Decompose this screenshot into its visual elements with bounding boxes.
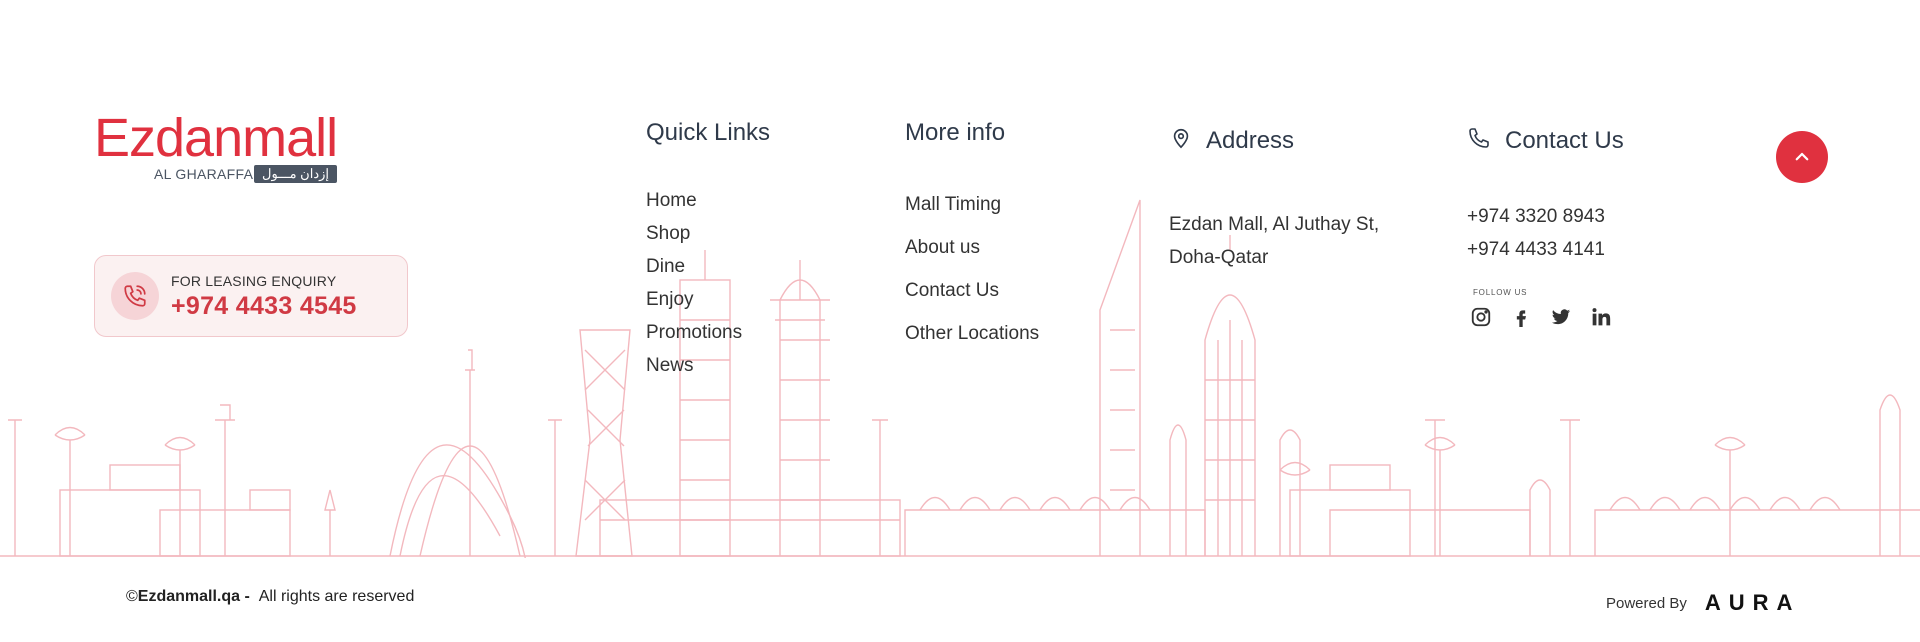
quick-link-promotions[interactable]: Promotions	[646, 322, 742, 355]
more-info-list: Mall Timing About us Contact Us Other Lo…	[905, 194, 1039, 366]
leasing-enquiry-card[interactable]: FOR LEASING ENQUIRY +974 4433 4545	[94, 255, 408, 337]
contact-phones: +974 3320 8943 +974 4433 4141	[1467, 200, 1605, 266]
quick-link-shop[interactable]: Shop	[646, 223, 742, 256]
copyright-site[interactable]: Ezdanmall.qa -	[138, 588, 250, 605]
ezdanmall-logo[interactable]: Ezdanmall AL GHARAFFA إزدان مـــول	[94, 108, 356, 188]
leasing-phone[interactable]: +974 4433 4545	[171, 292, 357, 321]
chevron-up-icon	[1795, 152, 1809, 161]
quick-links-heading: Quick Links	[646, 119, 771, 146]
contact-heading: Contact Us	[1505, 126, 1624, 154]
address-line-1: Ezdan Mall, Al Juthay St,	[1169, 214, 1380, 235]
more-info-about-us[interactable]: About us	[905, 237, 1039, 280]
contact-phone-2[interactable]: +974 4433 4141	[1467, 233, 1605, 266]
phone-icon	[1467, 126, 1491, 155]
social-links	[1470, 306, 1612, 328]
leasing-label: FOR LEASING ENQUIRY	[171, 273, 337, 289]
quick-link-dine[interactable]: Dine	[646, 256, 742, 289]
more-info-other-locations[interactable]: Other Locations	[905, 323, 1039, 366]
more-info-mall-timing[interactable]: Mall Timing	[905, 194, 1039, 237]
copyright-symbol: ©	[126, 588, 138, 605]
copyright: ©Ezdanmall.qa - All rights are reserved	[126, 588, 414, 606]
logo-wordmark: Ezdanmall	[94, 108, 338, 168]
address-text: Ezdan Mall, Al Juthay St, Doha-Qatar	[1169, 208, 1379, 274]
contact-phone-1[interactable]: +974 3320 8943	[1467, 200, 1605, 233]
powered-by-label: Powered By	[1606, 594, 1687, 612]
copyright-rights: All rights are reserved	[258, 588, 415, 605]
map-pin-icon	[1170, 126, 1192, 155]
contact-heading-row: Contact Us	[1467, 126, 1624, 155]
more-info-heading: More info	[905, 119, 1006, 146]
quick-link-home[interactable]: Home	[646, 190, 742, 223]
aura-logo[interactable]: AURA	[1705, 590, 1801, 616]
address-heading-row: Address	[1170, 126, 1294, 155]
powered-by: Powered By AURA	[1606, 590, 1800, 616]
logo-arabic: إزدان مـــول	[254, 165, 337, 183]
instagram-icon[interactable]	[1470, 306, 1492, 328]
quick-link-news[interactable]: News	[646, 355, 742, 388]
follow-us-label: FOLLOW US	[1473, 288, 1528, 297]
phone-icon	[111, 272, 159, 320]
address-line-2: Doha-Qatar	[1169, 247, 1269, 268]
twitter-icon[interactable]	[1550, 306, 1572, 328]
linkedin-icon[interactable]	[1590, 306, 1612, 328]
scroll-to-top-button[interactable]	[1776, 131, 1828, 183]
quick-links-list: Home Shop Dine Enjoy Promotions News	[646, 190, 742, 388]
address-heading: Address	[1206, 126, 1295, 154]
facebook-icon[interactable]	[1510, 306, 1532, 328]
quick-link-enjoy[interactable]: Enjoy	[646, 289, 742, 322]
more-info-contact-us[interactable]: Contact Us	[905, 280, 1039, 323]
logo-subtitle: AL GHARAFFA	[154, 166, 254, 182]
